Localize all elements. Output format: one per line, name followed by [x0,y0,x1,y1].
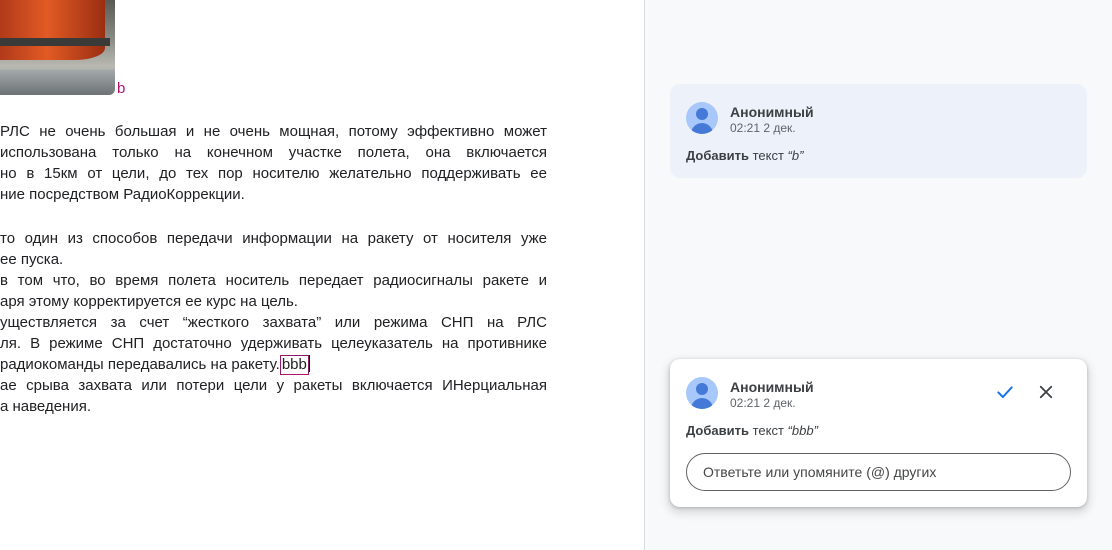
text-line-with-suggestion: радиокоманды передавались на ракету. bbb [0,354,547,375]
action-verb: Добавить [686,423,749,438]
text-line: уществляется за счет “жесткого захвата” … [0,314,547,331]
action-text: текст [752,148,784,163]
image-suggestion-mark[interactable]: b [117,80,125,97]
comment-author: Анонимный [730,379,814,395]
accept-suggestion-button[interactable] [991,378,1019,406]
action-text: текст [752,423,784,438]
paragraph-2[interactable]: то один из способов передачи информации … [0,228,547,417]
paragraph-1[interactable]: РЛС не очень большая и не очень мощная, … [0,121,547,205]
action-verb: Добавить [686,148,749,163]
document-image[interactable] [0,0,115,95]
reply-input[interactable] [686,453,1071,491]
text-line: но в 15км от цели, до тех пор носителю ж… [0,165,547,182]
inline-suggestion[interactable]: bbb [279,355,309,375]
avatar [686,102,718,134]
text-line: ние посредством РадиоКоррекции. [0,186,245,203]
avatar [686,377,718,409]
text-line: радиокоманды передавались на ракету. [0,356,280,373]
comments-sidebar: Анонимный 02:21 2 дек. Добавить текст “b… [645,0,1112,550]
document-page[interactable]: b РЛС не очень большая и не очень мощная… [0,0,645,550]
text-line: ае срыва захвата или потери цели у ракет… [0,377,547,394]
comment-time: 02:21 2 дек. [730,121,796,135]
text-line: в том что, во время полета носитель пере… [0,272,547,289]
text-line: РЛС не очень большая и не очень мощная, … [0,123,547,140]
text-line: использована только на конечном участке … [0,144,547,161]
checkmark-icon [997,386,1013,398]
comment-author: Анонимный [730,104,814,120]
close-icon [1039,385,1053,399]
text-cursor [308,355,310,372]
action-value: “b” [787,148,804,163]
suggestion-card-bbb[interactable]: Анонимный 02:21 2 дек. Добавить текст “b… [670,359,1087,507]
suggestion-description: Добавить текст “b” [686,148,803,163]
suggestion-description: Добавить текст “bbb” [686,423,818,438]
action-value: “bbb” [787,423,818,438]
reject-suggestion-button[interactable] [1032,378,1060,406]
comment-time: 02:21 2 дек. [730,396,796,410]
text-line: ля. В режиме СНП достаточно удерживать ц… [0,335,547,352]
suggestion-card-b[interactable]: Анонимный 02:21 2 дек. Добавить текст “b… [670,84,1087,178]
text-line: а наведения. [0,398,91,415]
text-line: то один из способов передачи информации … [0,230,547,247]
text-line: ее пуска. [0,251,64,268]
text-line: аря этому корректируется ее курс на цель… [0,293,298,310]
